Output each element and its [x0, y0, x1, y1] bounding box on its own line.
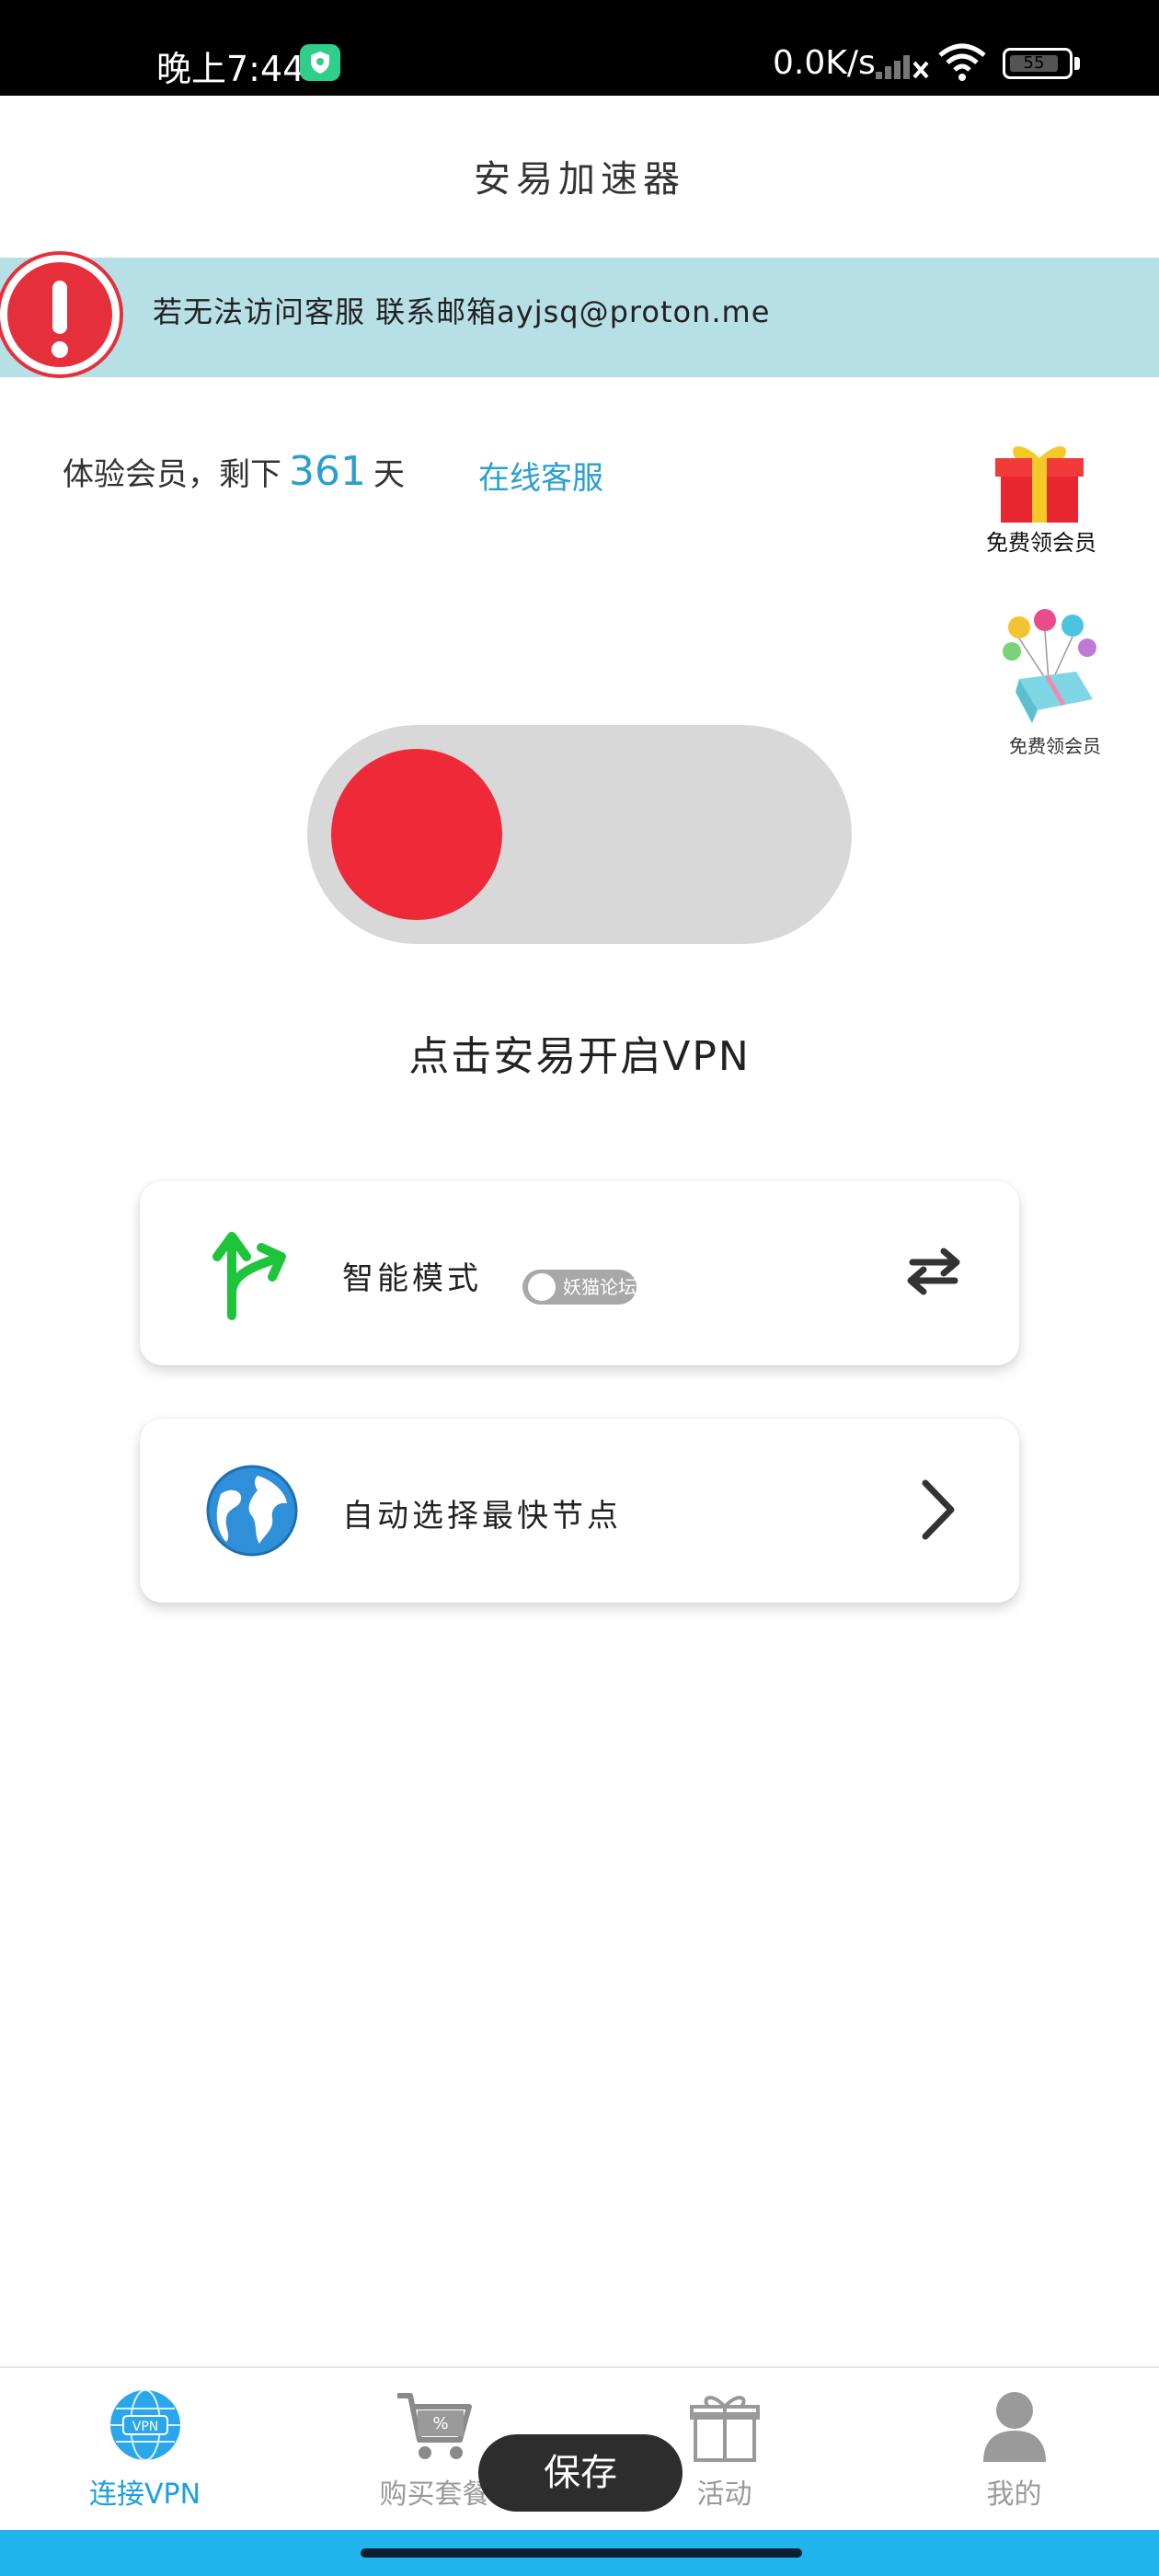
battery-icon: 55 — [1003, 48, 1073, 79]
status-bar: 晚上7:44 0.0K/s 55 — [0, 0, 1159, 96]
online-service-link[interactable]: 在线客服 — [478, 453, 603, 498]
membership-suffix: 天 — [373, 456, 405, 493]
vpn-toggle[interactable] — [307, 725, 852, 944]
mode-label: 智能模式 — [342, 1260, 482, 1297]
free-membership-promo-1[interactable] — [984, 432, 1095, 528]
battery-level: 55 — [1010, 55, 1058, 72]
svg-text:VPN: VPN — [132, 2420, 158, 2434]
user-icon — [982, 2392, 1046, 2462]
vpn-toggle-knob[interactable] — [331, 749, 502, 920]
membership-days: 361 — [289, 448, 366, 495]
balloon-gift-icon — [1003, 609, 1096, 723]
node-card[interactable]: 自动选择最快节点 — [140, 1419, 1019, 1603]
shield-icon — [300, 44, 340, 81]
gift-box-icon — [995, 446, 1084, 523]
nav-label: 我的 — [986, 2478, 1042, 2511]
promo-1-label[interactable]: 免费领会员 — [977, 524, 1106, 557]
nav-connect-vpn[interactable]: VPN 连接VPN — [0, 2368, 290, 2532]
membership-status: 体验会员，剩下 361 天 — [63, 448, 405, 495]
signal-icon — [876, 50, 929, 85]
status-time: 晚上7:44 — [156, 49, 305, 89]
home-gesture-bar[interactable] — [361, 2548, 802, 2558]
page-title: 安易加速器 — [474, 158, 685, 201]
cart-icon: % — [396, 2393, 472, 2459]
split-arrows-icon — [212, 1232, 286, 1320]
nav-mine[interactable]: 我的 — [869, 2368, 1159, 2532]
svg-text:%: % — [432, 2414, 448, 2433]
chevron-right-icon[interactable] — [912, 1478, 964, 1542]
vpn-toggle-hint: 点击安易开启VPN — [408, 1033, 751, 1080]
notice-text: 若无法访问客服 联系邮箱ayjsq@proton.me — [153, 294, 771, 329]
wifi-icon — [936, 42, 988, 86]
free-membership-promo-2[interactable] — [992, 607, 1111, 727]
battery-tip — [1074, 57, 1080, 70]
membership-prefix: 体验会员，剩下 — [63, 456, 281, 493]
network-speed: 0.0K/s — [773, 44, 876, 82]
promo-2-label[interactable]: 免费领会员 — [977, 731, 1133, 758]
alert-icon — [0, 255, 120, 374]
globe-icon — [206, 1465, 298, 1557]
gift-icon — [689, 2396, 760, 2462]
save-toast: 保存 — [478, 2434, 683, 2512]
swap-arrows-icon[interactable] — [903, 1240, 964, 1301]
watermark: 妖猫论坛 — [522, 1270, 637, 1305]
vpn-globe-icon: VPN — [109, 2389, 180, 2461]
nav-label: 连接VPN — [88, 2478, 201, 2511]
node-label: 自动选择最快节点 — [342, 1498, 622, 1535]
